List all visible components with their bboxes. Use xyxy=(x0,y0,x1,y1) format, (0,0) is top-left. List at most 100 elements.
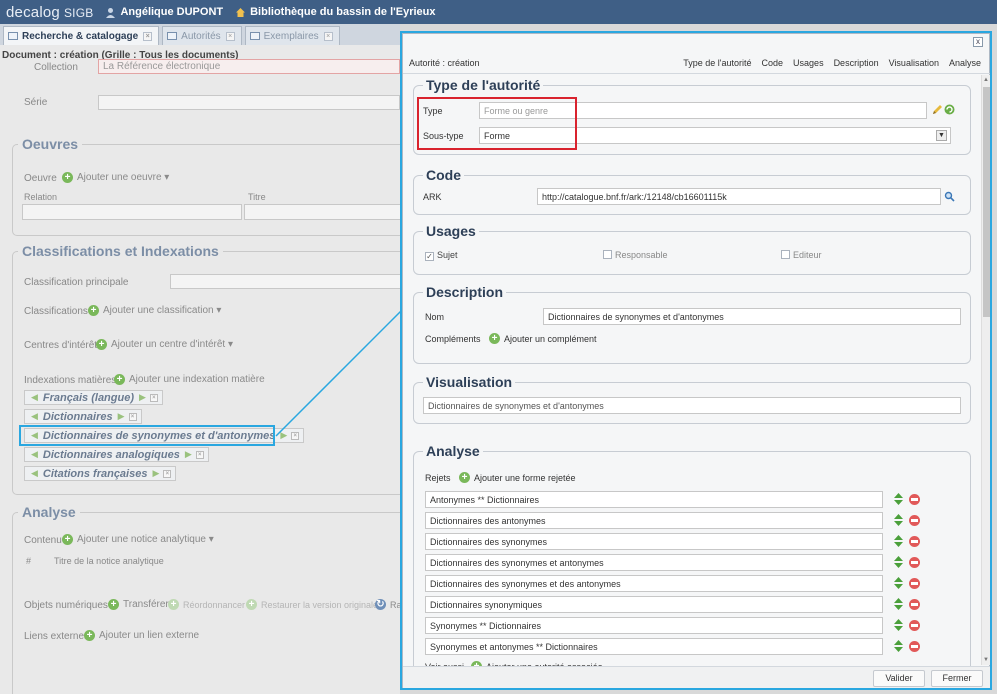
subject-tag[interactable]: ◀ Dictionnaires ▶ × xyxy=(24,409,142,424)
move-icon[interactable] xyxy=(894,598,903,610)
right-arrow-icon[interactable]: ▶ xyxy=(152,468,159,479)
scroll-down-icon[interactable]: ▼ xyxy=(983,657,989,663)
delete-icon[interactable] xyxy=(909,494,920,505)
remove-icon[interactable]: × xyxy=(195,450,204,459)
rejet-field[interactable]: Synonymes ** Dictionnaires xyxy=(425,617,883,634)
current-library[interactable]: Bibliothèque du bassin de l'Eyrieux xyxy=(235,6,435,18)
add-notice-button[interactable]: + Ajouter une notice analytique ▾ xyxy=(62,534,214,545)
left-arrow-icon[interactable]: ◀ xyxy=(31,468,38,479)
authority-icon xyxy=(167,32,178,40)
chevron-down-icon[interactable]: ▼ xyxy=(936,130,947,141)
titre-field[interactable] xyxy=(244,204,400,220)
add-oeuvre-button[interactable]: + Ajouter une oeuvre ▾ xyxy=(62,172,169,183)
checkbox-unchecked[interactable] xyxy=(603,250,612,259)
serie-field[interactable] xyxy=(98,95,400,110)
nav-code[interactable]: Code xyxy=(762,58,784,68)
transferer-button[interactable]: + Transférer xyxy=(108,599,169,610)
reordonner-button[interactable]: + Réordonnancer xyxy=(168,599,245,610)
checkbox-unchecked[interactable] xyxy=(781,250,790,259)
add-icon: + xyxy=(108,599,119,610)
remove-icon[interactable]: × xyxy=(291,431,300,440)
subject-tag[interactable]: ◀ Français (langue) ▶ × xyxy=(24,390,163,405)
classification-principale-field[interactable] xyxy=(170,274,400,289)
checkbox-checked[interactable]: ✓ xyxy=(425,252,434,261)
move-icon[interactable] xyxy=(894,535,903,547)
add-indexation-button[interactable]: + Ajouter une indexation matière xyxy=(114,374,265,385)
fermer-button[interactable]: Fermer xyxy=(931,670,983,687)
delete-icon[interactable] xyxy=(909,557,920,568)
nav-description[interactable]: Description xyxy=(834,58,879,68)
add-icon: + xyxy=(96,339,107,350)
right-arrow-icon[interactable]: ▶ xyxy=(280,430,287,441)
rejet-field[interactable]: Dictionnaires des antonymes xyxy=(425,512,883,529)
add-classification-button[interactable]: + Ajouter une classification ▾ xyxy=(88,305,221,316)
objets-label: Objets numériques xyxy=(24,600,108,611)
refresh-button[interactable]: ↻Raf xyxy=(375,599,400,610)
move-icon[interactable] xyxy=(894,619,903,631)
subject-tag[interactable]: ◀ Citations françaises ▶ × xyxy=(24,466,177,481)
move-icon[interactable] xyxy=(894,514,903,526)
close-tab-icon[interactable]: × xyxy=(143,31,153,41)
delete-icon[interactable] xyxy=(909,641,920,652)
move-icon[interactable] xyxy=(894,577,903,589)
scroll-thumb[interactable] xyxy=(983,87,990,317)
usage-responsable-checkbox[interactable]: Responsable xyxy=(603,250,668,260)
close-icon[interactable]: x xyxy=(973,37,983,47)
right-arrow-icon[interactable]: ▶ xyxy=(118,411,125,422)
left-arrow-icon[interactable]: ◀ xyxy=(31,392,38,403)
right-arrow-icon[interactable]: ▶ xyxy=(185,449,192,460)
rejet-field[interactable]: Dictionnaires synonymiques xyxy=(425,596,883,613)
usage-editeur-checkbox[interactable]: Editeur xyxy=(781,250,822,260)
restaurer-button[interactable]: + Restaurer la version originale xyxy=(246,599,378,610)
rejet-field[interactable]: Dictionnaires des synonymes xyxy=(425,533,883,550)
dialog-scrollbar[interactable]: ▲ ▼ xyxy=(981,75,990,665)
right-arrow-icon[interactable]: ▶ xyxy=(139,392,146,403)
nav-analyse[interactable]: Analyse xyxy=(949,58,981,68)
delete-icon[interactable] xyxy=(909,578,920,589)
current-user[interactable]: Angélique DUPONT xyxy=(105,6,223,18)
remove-icon[interactable]: × xyxy=(163,469,172,478)
nav-visualisation[interactable]: Visualisation xyxy=(889,58,939,68)
add-icon: + xyxy=(114,374,125,385)
usage-sujet-checkbox[interactable]: ✓ Sujet xyxy=(425,250,458,261)
left-arrow-icon[interactable]: ◀ xyxy=(31,411,38,422)
remove-icon[interactable]: × xyxy=(149,393,158,402)
rejet-field[interactable]: Antonymes ** Dictionnaires xyxy=(425,491,883,508)
rejet-field[interactable]: Dictionnaires des synonymes et antonymes xyxy=(425,554,883,571)
move-icon[interactable] xyxy=(894,493,903,505)
add-icon: + xyxy=(459,472,470,483)
tab-recherche-catalogage[interactable]: Recherche & catalogage × xyxy=(3,26,160,45)
nom-field[interactable]: Dictionnaires de synonymes et d'antonyme… xyxy=(543,308,961,325)
scroll-up-icon[interactable]: ▲ xyxy=(983,77,989,83)
ark-field[interactable]: http://catalogue.bnf.fr/ark:/12148/cb166… xyxy=(537,188,941,205)
reorder-icon: + xyxy=(168,599,179,610)
relation-field[interactable] xyxy=(22,204,242,220)
subject-tag[interactable]: ◀ Dictionnaires analogiques ▶ × xyxy=(24,447,209,462)
edit-icon[interactable] xyxy=(931,104,943,119)
remove-icon[interactable]: × xyxy=(128,412,137,421)
rejet-field[interactable]: Synonymes et antonymes ** Dictionnaires xyxy=(425,638,883,655)
left-arrow-icon[interactable]: ◀ xyxy=(31,449,38,460)
tab-autorites[interactable]: Autorités × xyxy=(162,26,242,45)
move-icon[interactable] xyxy=(894,640,903,652)
add-centre-button[interactable]: + Ajouter un centre d'intérêt ▾ xyxy=(96,339,233,350)
add-complement-button[interactable]: + Ajouter un complément xyxy=(489,333,597,344)
delete-icon[interactable] xyxy=(909,515,920,526)
delete-icon[interactable] xyxy=(909,599,920,610)
close-tab-icon[interactable]: × xyxy=(225,31,235,41)
refresh-icon[interactable] xyxy=(944,104,955,118)
valider-button[interactable]: Valider xyxy=(873,670,925,687)
nav-type[interactable]: Type de l'autorité xyxy=(683,58,751,68)
add-rejet-button[interactable]: + Ajouter une forme rejetée xyxy=(459,472,576,483)
search-icon[interactable] xyxy=(944,191,955,205)
add-icon: + xyxy=(489,333,500,344)
delete-icon[interactable] xyxy=(909,536,920,547)
move-icon[interactable] xyxy=(894,556,903,568)
add-lien-button[interactable]: + Ajouter un lien externe xyxy=(84,630,199,641)
collection-field[interactable]: La Référence électronique xyxy=(98,59,400,74)
delete-icon[interactable] xyxy=(909,620,920,631)
nav-usages[interactable]: Usages xyxy=(793,58,824,68)
tab-exemplaires[interactable]: Exemplaires × xyxy=(244,26,340,45)
close-tab-icon[interactable]: × xyxy=(323,31,333,41)
rejet-field[interactable]: Dictionnaires des synonymes et des anton… xyxy=(425,575,883,592)
